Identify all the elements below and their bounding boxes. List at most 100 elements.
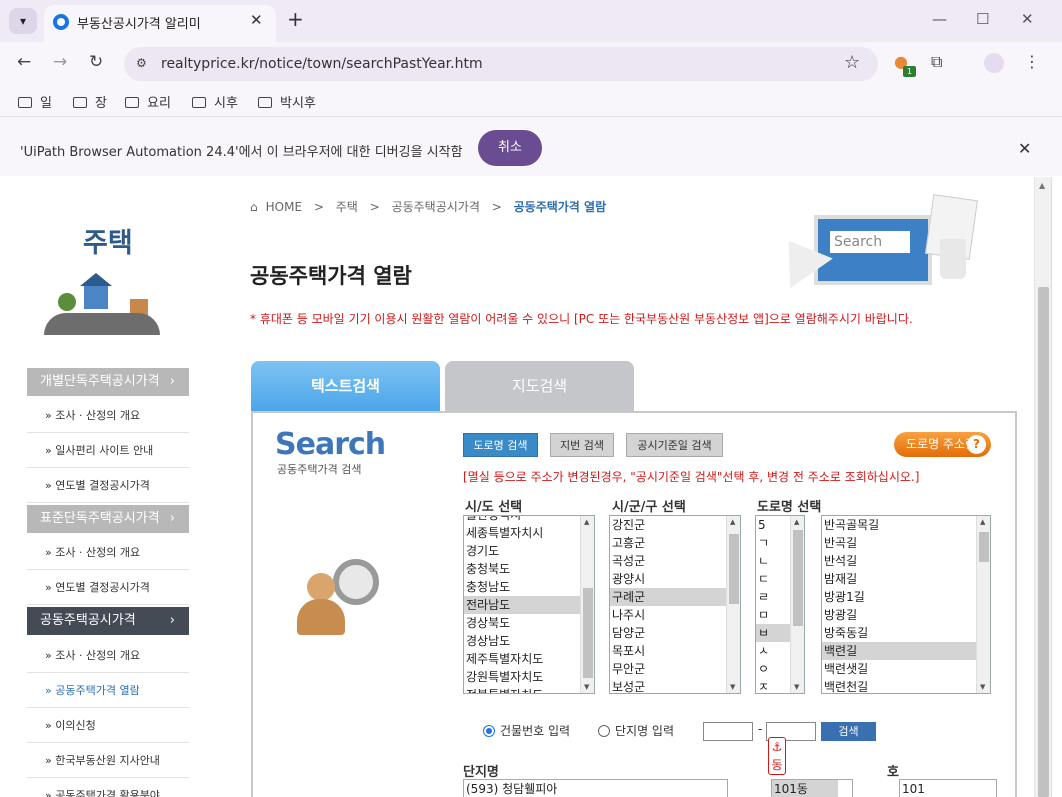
breadcrumb-home[interactable]: HOME [266, 200, 302, 214]
list-option[interactable]: 곡성군 [610, 552, 726, 570]
list-option[interactable]: (593) 청담휄피아 [464, 780, 713, 797]
list-option[interactable]: 목포시 [610, 642, 726, 660]
road-listbox[interactable]: 반곡골목길 반곡길 반석길 밤재길 방광1길 방광길 방죽동길 백련길 백련샛길 백련천길 ▲ ▼ [821, 515, 991, 694]
list-option[interactable]: 제주특별자치도 [464, 650, 580, 668]
list-option[interactable]: 반곡골목길 [822, 516, 976, 534]
list-option[interactable]: ㅂ [756, 624, 790, 642]
menu-kebab-icon[interactable]: ⋮ [1024, 52, 1040, 71]
breadcrumb-item[interactable]: 주택 [336, 200, 358, 214]
road-address-guide-button[interactable]: 도로명 주소란? [894, 432, 991, 457]
lot-search-button[interactable]: 지번 검색 [550, 433, 614, 457]
complex-listbox[interactable]: (593) 청담휄피아 [463, 779, 728, 797]
site-info-icon[interactable]: ⚙ [136, 56, 147, 70]
list-option[interactable]: 고흥군 [610, 534, 726, 552]
list-option[interactable]: 방광1길 [822, 588, 976, 606]
scrollbar-thumb[interactable] [1038, 287, 1049, 797]
base-date-search-button[interactable]: 공시기준일 검색 [626, 433, 723, 457]
list-option[interactable]: 세종특별자치시 [464, 524, 580, 542]
list-option[interactable]: 광양시 [610, 570, 726, 588]
list-option[interactable]: 밤재길 [822, 570, 976, 588]
list-option[interactable]: ㄹ [756, 588, 790, 606]
list-option[interactable]: 충청남도 [464, 578, 580, 596]
list-option[interactable]: 백련길 [822, 642, 976, 660]
bookmark-folder[interactable]: 장 [73, 92, 107, 111]
initial-consonant-listbox[interactable]: 5ㄱㄴㄷㄹㅁㅂㅅㅇㅈ ▲ ▼ [755, 515, 805, 694]
sigungu-listbox[interactable]: 강진군 고흥군 곡성군 광양시 구례군 나주시 담양군 목포시 무안군 보성군 ▲ ▼ [609, 515, 741, 694]
list-option[interactable]: 충청북도 [464, 560, 580, 578]
infobar-close-icon[interactable]: ✕ [1018, 139, 1031, 158]
list-option[interactable]: 울산광역시 [464, 516, 580, 524]
list-option[interactable]: 나주시 [610, 606, 726, 624]
maximize-button[interactable]: ☐ [976, 10, 989, 28]
list-option[interactable]: 101 [900, 780, 982, 797]
list-option[interactable]: 강원특별자치도 [464, 668, 580, 686]
breadcrumb-item[interactable]: 공동주택공시가격 [392, 200, 480, 214]
list-option[interactable]: ㅈ [756, 678, 790, 693]
bookmark-folder[interactable]: 시후 [192, 92, 238, 111]
sidebar-item[interactable]: » 연도별 결정공시가격 [27, 570, 189, 605]
sidebar-item[interactable]: » 조사 · 산정의 개요 [27, 535, 189, 570]
road-search-button[interactable]: 도로명 검색 [463, 433, 538, 457]
bookmark-folder[interactable]: 박시후 [258, 92, 316, 111]
dong-listbox[interactable]: 101동 [771, 779, 853, 797]
list-option[interactable]: ㅅ [756, 642, 790, 660]
list-option[interactable]: 방광길 [822, 606, 976, 624]
list-option[interactable]: 강진군 [610, 516, 726, 534]
bookmark-folder[interactable]: 일 [18, 92, 52, 111]
sidebar-item[interactable]: » 연도별 결정공시가격 [27, 468, 189, 503]
tab-search-button[interactable]: ▾ [9, 8, 37, 34]
infobar-cancel-button[interactable]: 취소 [478, 130, 542, 166]
sidebar-item[interactable]: » 일사편리 사이트 안내 [27, 433, 189, 468]
list-option[interactable]: 반석길 [822, 552, 976, 570]
list-option[interactable]: 101동 [772, 780, 838, 797]
extensions-puzzle-icon[interactable]: ⧉ [931, 52, 942, 72]
bookmark-folder[interactable]: 요리 [125, 92, 171, 111]
list-option[interactable]: 전라남도 [464, 596, 580, 614]
sidebar-item-current[interactable]: » 공동주택가격 열람 [27, 673, 189, 708]
bookmark-star-icon[interactable]: ☆ [844, 52, 860, 73]
list-option[interactable]: 백련샛길 [822, 660, 976, 678]
minimize-button[interactable]: — [932, 10, 947, 28]
forward-button[interactable]: → [53, 52, 67, 72]
list-option[interactable]: ㄴ [756, 552, 790, 570]
sidebar-category-standard[interactable]: 표준단독주택공시가격 › [27, 505, 189, 533]
page-scrollbar[interactable]: ▲ [1034, 177, 1051, 797]
sidebar-category-apartment[interactable]: 공동주택공시가격 › [27, 607, 189, 635]
tab-map-search[interactable]: 지도검색 [445, 361, 634, 411]
sidebar-category-individual[interactable]: 개별단독주택공시가격 › [27, 368, 189, 396]
list-option[interactable]: 반곡길 [822, 534, 976, 552]
back-button[interactable]: ← [17, 52, 31, 72]
list-option[interactable]: 구례군 [610, 588, 726, 606]
window-close-button[interactable]: ✕ [1021, 10, 1034, 28]
address-bar[interactable]: ⚙ realtyprice.kr/notice/town/searchPastY… [124, 47, 878, 81]
list-option[interactable]: 담양군 [610, 624, 726, 642]
reload-button[interactable]: ↻ [89, 52, 103, 72]
sidebar-item[interactable]: » 조사 · 산정의 개요 [27, 638, 189, 673]
list-option[interactable]: 백련천길 [822, 678, 976, 693]
radio-building-number[interactable]: 건물번호 입력 [483, 722, 570, 739]
list-option[interactable]: 경상북도 [464, 614, 580, 632]
tab-text-search[interactable]: 텍스트검색 [251, 361, 440, 411]
browser-tab[interactable]: 부동산공시가격 알리미 ✕ [44, 5, 276, 42]
ho-listbox[interactable]: 101 [899, 779, 997, 797]
new-tab-button[interactable]: + [287, 7, 304, 31]
search-go-button[interactable]: 검색 [821, 722, 876, 741]
sido-listbox[interactable]: 울산광역시 세종특별자치시 경기도 충청북도 충청남도 전라남도 경상북도 경상남도 제주특별자… [463, 515, 595, 694]
profile-avatar-icon[interactable] [984, 53, 1004, 73]
sidebar-item[interactable]: » 공동주택가격 활용분야 [27, 778, 189, 797]
list-option[interactable]: 경기도 [464, 542, 580, 560]
list-option[interactable]: ㅇ [756, 660, 790, 678]
radio-complex-name[interactable]: 단지명 입력 [598, 722, 674, 739]
list-option[interactable]: ㅁ [756, 606, 790, 624]
list-option[interactable]: 방죽동길 [822, 624, 976, 642]
sidebar-item[interactable]: » 이의신청 [27, 708, 189, 743]
building-main-number-input[interactable] [703, 722, 753, 741]
list-option[interactable]: 경상남도 [464, 632, 580, 650]
sidebar-item[interactable]: » 조사 · 산정의 개요 [27, 398, 189, 433]
list-option[interactable]: 무안군 [610, 660, 726, 678]
list-option[interactable]: ㄱ [756, 534, 790, 552]
list-option[interactable]: ㄷ [756, 570, 790, 588]
tab-close-icon[interactable]: ✕ [250, 11, 263, 29]
list-option[interactable]: 보성군 [610, 678, 726, 693]
sidebar-item[interactable]: » 한국부동산원 지사안내 [27, 743, 189, 778]
